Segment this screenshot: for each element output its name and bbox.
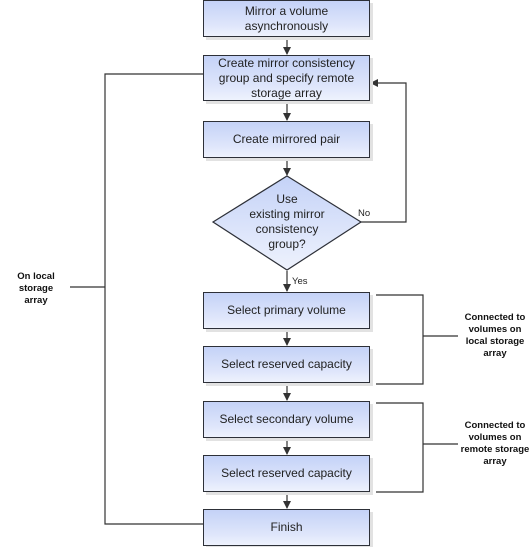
bracket-connected-local — [376, 294, 424, 385]
bracket-connected-remote — [376, 402, 424, 493]
step-select-reserved-2: Select reserved capacity — [203, 455, 370, 492]
annotation-line: Connected to — [464, 420, 526, 431]
step-text: group and specify remote — [218, 70, 355, 85]
step-select-primary: Select primary volume — [203, 292, 370, 329]
decision-line: consistency — [255, 222, 319, 236]
step-text: Finish — [270, 520, 303, 534]
step-select-secondary: Select secondary volume — [203, 401, 370, 438]
annotation-line: local storage — [465, 336, 525, 347]
decision-line: Use — [276, 192, 298, 206]
annotation-line: On local storage — [17, 271, 55, 294]
annotation-local-array: On local storage array — [0, 271, 72, 307]
step-create-pair: Create mirrored pair — [203, 121, 370, 158]
step-create-group: Create mirror consistency group and spec… — [203, 55, 370, 101]
bracket-local — [104, 73, 203, 525]
step-text: Create mirror consistency — [218, 55, 355, 70]
annotation-line: volumes on — [468, 324, 522, 335]
decision-line: existing mirror — [249, 207, 325, 221]
step-text: Select primary volume — [227, 303, 346, 317]
decision-text: Use existing mirror consistency group? — [233, 192, 341, 252]
step-text: storage array — [251, 85, 322, 100]
step-text: Create mirrored pair — [232, 132, 341, 146]
annotation-line: Connected to — [464, 312, 526, 323]
step-select-reserved-1: Select reserved capacity — [203, 346, 370, 383]
step-text: Select secondary volume — [219, 412, 354, 426]
step-finish: Finish — [203, 509, 370, 546]
annotation-line: remote storage — [460, 444, 530, 455]
step-text: Select reserved capacity — [221, 466, 352, 480]
step-text: Select reserved capacity — [221, 357, 352, 371]
annotation-line: array — [483, 456, 507, 467]
decision-line: group? — [268, 237, 306, 251]
branch-yes-label: Yes — [292, 276, 308, 287]
step-text: asynchronously — [244, 18, 329, 33]
annotation-connected-local: Connected to volumes on local storage ar… — [458, 312, 532, 360]
annotation-connected-remote: Connected to volumes on remote storage a… — [456, 420, 532, 468]
step-text: Mirror a volume — [244, 3, 329, 18]
annotation-line: array — [24, 295, 48, 306]
step-mirror-async: Mirror a volume asynchronously — [203, 0, 370, 37]
annotation-line: array — [483, 348, 507, 359]
flowchart-canvas: Mirror a volume asynchronously Create mi… — [0, 0, 532, 547]
branch-no-label: No — [358, 208, 371, 219]
annotation-line: volumes on — [468, 432, 522, 443]
